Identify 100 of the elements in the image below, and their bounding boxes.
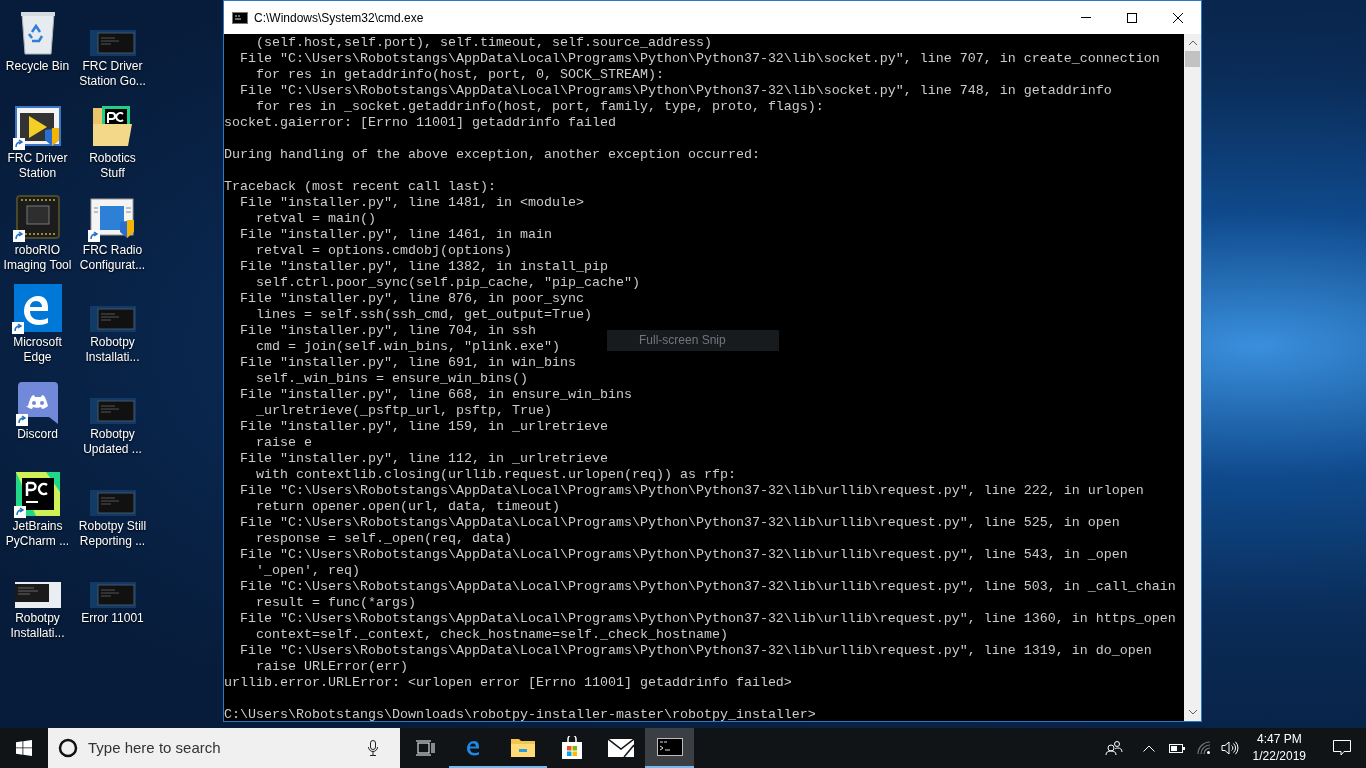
shortcut-label: Robotics Stuff bbox=[88, 151, 137, 181]
task-view-icon bbox=[414, 740, 435, 756]
console-line: retval = main() bbox=[255, 211, 376, 227]
console-line: C:\Users\Robotstangs\Downloads\robotpy-installer-master\robotpy_installer> bbox=[224, 707, 816, 721]
console-line: context=self._context, check_hostname=self._check_hostname) bbox=[255, 627, 728, 643]
console-line: for res in _socket.getaddrinfo(host, port, family, type, proto, flags): bbox=[255, 99, 824, 115]
clock-time: 4:47 PM bbox=[1256, 731, 1302, 748]
folder-icon bbox=[510, 737, 535, 757]
screenshot-thumbnail-icon bbox=[89, 582, 136, 608]
console-line: File "C:\Users\Robotstangs\AppData\Local\Programs\Python\Python37-32\lib\urllib\request.py", line 1319, in do_open bbox=[239, 643, 1152, 659]
console-line: response = self._open(req, data) bbox=[255, 531, 512, 547]
scroll-down-icon[interactable] bbox=[1188, 710, 1197, 715]
console-line: File "installer.py", line 1382, in install_pip bbox=[239, 259, 608, 275]
console-line: File "installer.py", line 691, in win_bins bbox=[239, 355, 576, 371]
desktop-shortcut[interactable]: roboRIO Imaging Tool bbox=[0, 190, 75, 282]
desktop-shortcut[interactable]: Error 11001 bbox=[75, 558, 150, 650]
desktop-shortcut[interactable]: Robotpy Updated ... bbox=[75, 374, 150, 466]
search-placeholder: Type here to search bbox=[88, 737, 221, 758]
desktop-shortcut[interactable]: Microsoft Edge bbox=[0, 282, 75, 374]
console-line: File "C:\Users\Robotstangs\AppData\Local\Programs\Python\Python37-32\lib\urllib\request.py", line 525, in open bbox=[239, 515, 1120, 531]
screenshot-thumbnail-icon bbox=[89, 306, 136, 332]
console-icon bbox=[232, 11, 248, 24]
console-line: socket.gaierror: [Errno 11001] getaddrinfo failed bbox=[224, 115, 616, 131]
console-line: return opener.open(url, data, timeout) bbox=[255, 499, 560, 515]
console-line: File "installer.py", line 112, in _urlretrieve bbox=[239, 451, 608, 467]
shortcut-label: Recycle Bin bbox=[4, 59, 71, 74]
chevron-up-icon[interactable] bbox=[1142, 744, 1155, 752]
shortcut-label: Robotpy Updated ... bbox=[82, 427, 143, 457]
battery-icon[interactable] bbox=[1168, 743, 1185, 753]
console-line: '_open', req) bbox=[255, 563, 360, 579]
windows-logo-icon bbox=[16, 740, 32, 756]
shortcut-label: Robotpy Installati... bbox=[84, 335, 141, 365]
wifi-icon[interactable] bbox=[1196, 741, 1213, 755]
app-window-icon bbox=[14, 106, 61, 148]
discord-icon bbox=[17, 382, 58, 424]
screenshot-thumbnail-icon bbox=[14, 582, 61, 608]
console-line: cmd = join(self.win_bins, "plink.exe") bbox=[255, 339, 560, 355]
search-box[interactable]: Type here to search bbox=[48, 728, 400, 768]
console-line: File "installer.py", line 1481, in <module> bbox=[239, 195, 584, 211]
shortcut-label: JetBrains PyCharm ... bbox=[4, 519, 71, 549]
screenshot-thumbnail-icon bbox=[89, 30, 136, 56]
desktop-shortcut[interactable]: Robotics Stuff bbox=[75, 98, 150, 190]
scrollbar[interactable] bbox=[1184, 34, 1201, 721]
console-icon bbox=[656, 738, 683, 756]
taskbar-app-button[interactable] bbox=[645, 728, 694, 768]
console-line: File "installer.py", line 668, in ensure_win_bins bbox=[239, 387, 632, 403]
console-line: File "C:\Users\Robotstangs\AppData\Local\Programs\Python\Python37-32\lib\urllib\request.py", line 1360, in https_open bbox=[239, 611, 1176, 627]
console-line: self.ctrl.poor_sync(self.pip_cache, "pip_cache") bbox=[255, 275, 640, 291]
console-line: lines = self.ssh(ssh_cmd, get_output=True) bbox=[255, 307, 592, 323]
shortcut-label: Discord bbox=[16, 427, 59, 442]
screenshot-thumbnail-icon bbox=[89, 490, 136, 516]
scroll-up-icon[interactable] bbox=[1188, 40, 1197, 45]
pycharm-icon bbox=[15, 472, 60, 516]
console-line: File "C:\Users\Robotstangs\AppData\Local\Programs\Python\Python37-32\lib\urllib\request.py", line 222, in urlopen bbox=[239, 483, 1144, 499]
console-line: File "C:\Users\Robotstangs\AppData\Local\Programs\Python\Python37-32\lib\socket.py", line 707, in create_connection bbox=[239, 51, 1160, 67]
folder-icon bbox=[91, 104, 134, 148]
desktop-shortcut[interactable]: Robotpy Still Reporting ... bbox=[75, 466, 150, 558]
console-line: self._win_bins = ensure_win_bins() bbox=[255, 371, 528, 387]
console-line: File "installer.py", line 1461, in main bbox=[239, 227, 552, 243]
people-icon[interactable] bbox=[1104, 740, 1123, 756]
console-line: File "installer.py", line 704, in ssh bbox=[239, 323, 536, 339]
shortcut-label: FRC Driver Station Go... bbox=[78, 59, 147, 89]
desktop-shortcut[interactable]: Discord bbox=[0, 374, 75, 466]
console-line: retval = options.cmdobj(options) bbox=[255, 243, 512, 259]
clock[interactable]: 4:47 PM 1/22/2019 bbox=[1246, 731, 1312, 765]
screenshot-thumbnail-icon bbox=[89, 398, 136, 424]
desktop-shortcut[interactable]: JetBrains PyCharm ... bbox=[0, 466, 75, 558]
desktop-shortcut[interactable]: FRC Radio Configurat... bbox=[75, 190, 150, 282]
desktop-shortcut[interactable]: Robotpy Installati... bbox=[0, 558, 75, 650]
app-window-icon bbox=[89, 198, 136, 240]
console-line: urllib.error.URLError: <urlopen error [Errno 11001] getaddrinfo failed> bbox=[224, 675, 792, 691]
desktop-shortcut[interactable]: FRC Driver Station Go... bbox=[75, 6, 150, 98]
cortana-icon bbox=[58, 738, 78, 758]
microphone-icon[interactable] bbox=[368, 740, 378, 756]
edge-icon bbox=[13, 284, 62, 332]
console-line: raise e bbox=[255, 435, 312, 451]
desktop-shortcut[interactable]: Robotpy Installati... bbox=[75, 282, 150, 374]
circuit-board-icon bbox=[14, 194, 61, 240]
scrollbar-thumb[interactable] bbox=[1185, 51, 1200, 67]
console-line: During handling of the above exception, another exception occurred: bbox=[224, 147, 760, 163]
speaker-icon[interactable] bbox=[1220, 741, 1239, 755]
envelope-icon bbox=[607, 739, 634, 757]
console-line: File "C:\Users\Robotstangs\AppData\Local\Programs\Python\Python37-32\lib\urllib\request.py", line 503, in _call_chain bbox=[239, 579, 1176, 595]
shortcut-label: Robotpy Still Reporting ... bbox=[77, 519, 148, 549]
desktop-shortcut[interactable]: Recycle Bin bbox=[0, 6, 75, 98]
close-icon bbox=[1173, 12, 1183, 23]
console-line: (self.host,self.port), self.timeout, self.source_address) bbox=[255, 35, 712, 51]
console-line: File "C:\Users\Robotstangs\AppData\Local\Programs\Python\Python37-32\lib\socket.py", line 748, in getaddrinfo bbox=[239, 83, 1112, 99]
console-line: raise URLError(err) bbox=[255, 659, 408, 675]
shortcut-label: Error 11001 bbox=[80, 611, 145, 626]
shopping-bag-icon bbox=[560, 736, 583, 760]
shortcut-label: Microsoft Edge bbox=[12, 335, 63, 365]
maximize-icon bbox=[1127, 12, 1137, 23]
console-line: with contextlib.closing(urllib.request.urlopen(req)) as rfp: bbox=[255, 467, 736, 483]
desktop-shortcut[interactable]: FRC Driver Station bbox=[0, 98, 75, 190]
console-line: File "C:\Users\Robotstangs\AppData\Local\Programs\Python\Python37-32\lib\urllib\request.py", line 543, in _open bbox=[239, 547, 1128, 563]
tooltip: Full-screen Snip bbox=[607, 330, 779, 351]
shortcut-label: roboRIO Imaging Tool bbox=[2, 243, 73, 273]
shortcut-label: Robotpy Installati... bbox=[9, 611, 66, 641]
clock-date: 1/22/2019 bbox=[1252, 748, 1306, 765]
